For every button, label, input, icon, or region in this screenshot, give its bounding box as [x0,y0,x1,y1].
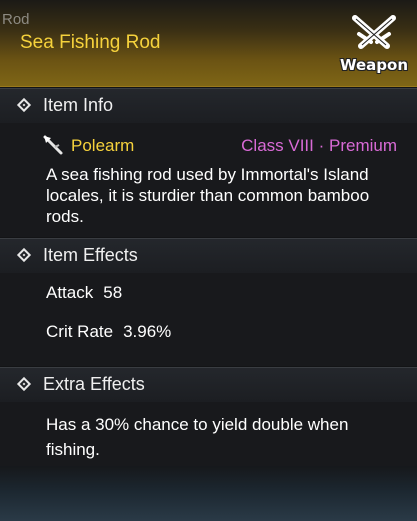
polearm-icon [43,135,63,155]
crossed-swords-icon [352,15,396,49]
stat-value: 58 [103,283,123,302]
diamond-bullet-icon [16,376,32,392]
item-description: A sea fishing rod used by Immortal's Isl… [46,165,370,226]
item-type-badge: Weapon [337,12,411,76]
item-type-label: Weapon [339,56,409,74]
tooltip-footer [0,466,417,521]
tooltip-header: Rod Sea Fishing Rod Weapon [0,0,417,87]
stat-attack: Attack 58 [46,283,122,303]
stat-name: Attack [46,283,94,302]
item-name: Sea Fishing Rod [20,32,161,53]
section-item-effects[interactable]: Item Effects [0,238,417,274]
extra-effect-text: Has a 30% chance to yield double when fi… [46,415,349,459]
section-title: Extra Effects [43,374,145,394]
diamond-bullet-icon [16,97,32,113]
stat-value: 3.96% [123,322,172,341]
diamond-bullet-icon [16,247,32,263]
weapon-type: Polearm [71,136,135,155]
stat-name: Crit Rate [46,322,114,341]
section-title: Item Effects [43,245,138,265]
item-category: Rod [2,11,30,28]
stat-crit-rate: Crit Rate 3.96% [46,322,171,342]
section-title: Item Info [43,95,114,115]
item-class: Class VIII · Premium [241,136,397,155]
section-item-info[interactable]: Item Info [0,88,417,124]
section-extra-effects[interactable]: Extra Effects [0,367,417,403]
